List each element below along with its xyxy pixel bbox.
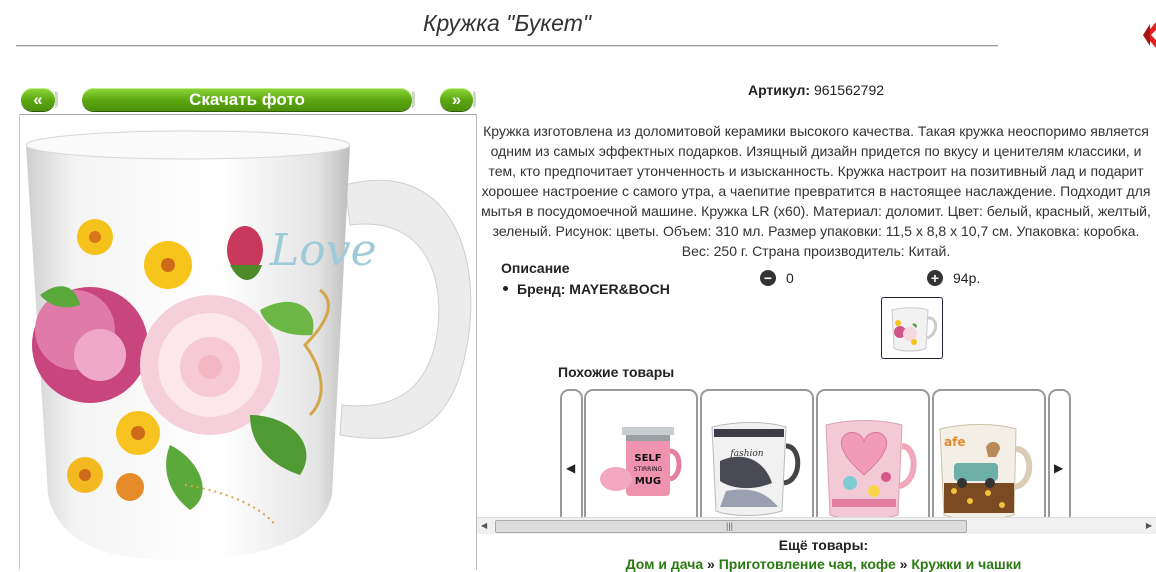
carousel-scrollbar[interactable]: ◀ ||| ▶	[477, 517, 1156, 534]
arrow-right-icon: ▶	[1054, 461, 1064, 475]
next-photo-button[interactable]: »	[440, 88, 476, 111]
scroll-left-icon[interactable]: ◀	[481, 521, 487, 530]
breadcrumb-link[interactable]: Приготовление чая, кофе	[719, 556, 896, 572]
download-photo-button[interactable]: Скачать фото	[82, 88, 415, 111]
breadcrumb-link[interactable]: Кружки и чашки	[911, 556, 1021, 572]
svg-text:STIRRING: STIRRING	[634, 466, 663, 473]
breadcrumb: Дом и дача » Приготовление чая, кофе » К…	[477, 556, 1156, 572]
mug-thumbnail-image	[891, 307, 938, 352]
breadcrumb-separator: »	[899, 556, 908, 572]
brand-text: Бренд: MAYER&BOCH	[517, 281, 670, 297]
minus-icon[interactable]: −	[760, 270, 776, 286]
similar-product-card[interactable]: fashion	[700, 389, 814, 531]
product-photo: Love	[19, 114, 477, 570]
scrollbar-grip: |||	[726, 521, 734, 531]
mug-illustration: Love	[25, 128, 472, 560]
similar-product-image: fashion	[711, 422, 801, 516]
svg-text:SELF: SELF	[634, 453, 661, 464]
title-divider	[16, 45, 998, 46]
bullet-icon	[503, 285, 508, 291]
brand-item: Бренд: MAYER&BOCH	[503, 281, 670, 297]
carousel-prev-button[interactable]: ◀	[560, 389, 583, 531]
scrollbar-thumb[interactable]: |||	[495, 520, 967, 533]
similar-product-card[interactable]: afe	[932, 389, 1046, 531]
sku-line: Артикул: 961562792	[477, 82, 1155, 98]
price-control: + 94р.	[927, 270, 980, 286]
description-heading: Описание	[501, 260, 570, 276]
svg-text:Love: Love	[269, 225, 377, 276]
similar-product-image: afe	[939, 424, 1033, 520]
photo-thumbnail[interactable]	[881, 297, 943, 359]
quantity-control: − 0	[760, 270, 794, 286]
similar-product-image: SELF STIRRING MUG	[600, 427, 682, 496]
quantity-value: 0	[786, 270, 794, 286]
page-title: Кружка "Букет"	[422, 10, 592, 36]
price-value: 94р.	[953, 270, 981, 286]
similar-products-carousel: ◀ SELF STIRRING MUG fashion afe ▶	[477, 385, 1156, 533]
sku-label: Артикул:	[747, 82, 811, 98]
prev-photo-button[interactable]: «	[21, 88, 58, 111]
svg-text:afe: afe	[944, 435, 965, 449]
sku-value: 961562792	[813, 82, 885, 98]
product-description: Кружка изготовлена из доломитовой керами…	[481, 123, 1151, 259]
similar-product-card[interactable]	[816, 389, 930, 531]
arrow-left-icon: ◀	[566, 461, 576, 475]
more-products-heading: Ещё товары:	[778, 537, 869, 553]
scroll-right-icon[interactable]: ▶	[1146, 521, 1152, 530]
plus-icon[interactable]: +	[927, 270, 943, 286]
similar-products-heading: Похожие товары	[558, 364, 675, 380]
close-icon[interactable]	[1140, 18, 1156, 52]
breadcrumb-link[interactable]: Дом и дача	[626, 556, 704, 572]
breadcrumb-separator: »	[707, 556, 715, 572]
carousel-next-button[interactable]: ▶	[1048, 389, 1071, 531]
similar-product-card[interactable]: SELF STIRRING MUG	[584, 389, 698, 531]
similar-product-image	[825, 420, 917, 520]
svg-text:MUG: MUG	[635, 476, 661, 487]
